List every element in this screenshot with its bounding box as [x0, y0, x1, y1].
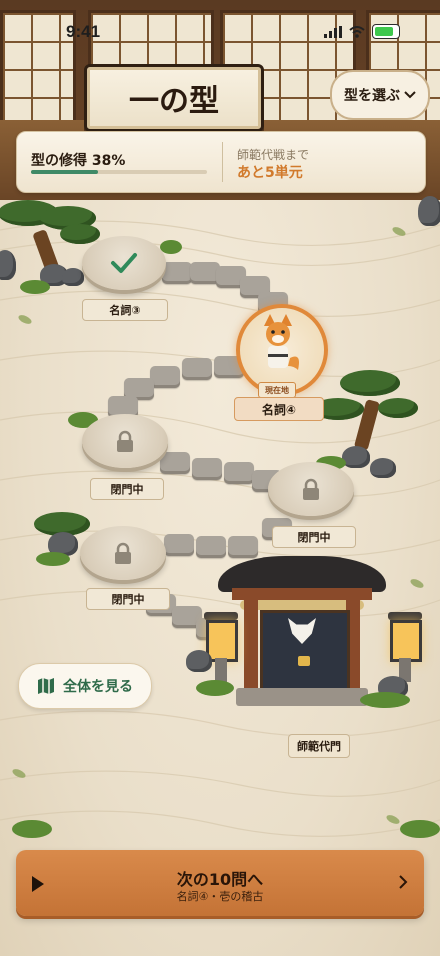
garden-shrub [12, 820, 52, 838]
view-all-label: 全体を見る [63, 679, 133, 695]
next-exam-value: あと5単元 [237, 165, 303, 181]
path-stone [182, 358, 212, 380]
view-all-button[interactable]: 全体を見る [18, 663, 152, 709]
page-title: 一の型 [129, 84, 219, 119]
garden-rock [418, 196, 440, 226]
garden-rock [186, 650, 212, 672]
next-exam-label: 師範代戦まで [237, 148, 310, 162]
map-icon [38, 678, 54, 694]
chevron-right-icon [399, 875, 408, 889]
lock-icon [303, 478, 319, 500]
next-questions-sublabel: 名詞④・壱の稽古 [176, 890, 264, 903]
boss-gate-label: 師範代門 [288, 734, 350, 758]
path-stone [224, 462, 254, 484]
path-stone [150, 366, 180, 388]
garden-shrub [360, 692, 410, 708]
gate-beam [232, 588, 372, 600]
next-questions-label: 次の10問へ [176, 870, 264, 889]
lesson-node-locked[interactable] [80, 526, 166, 580]
gate-base [236, 688, 368, 706]
signal-icon [324, 25, 342, 38]
chevron-down-icon [404, 91, 416, 99]
status-time: 9:41 [66, 22, 101, 41]
checkmark-icon [111, 253, 137, 273]
card-divider [222, 142, 223, 182]
garden-rock [62, 268, 84, 286]
path-stone [192, 458, 222, 480]
wifi-icon [349, 25, 365, 38]
boss-gate[interactable] [218, 556, 386, 706]
path-stone [160, 452, 190, 474]
garden-rock [342, 446, 370, 468]
lesson-node-locked[interactable] [82, 414, 168, 468]
map-screen: 9:41 一の型 型を選ぶ 型の修得 38% 師範代戦まで あと5単元 名詞③ … [0, 0, 440, 956]
garden-shrub [400, 820, 440, 838]
fallen-leaf [391, 225, 407, 238]
garden-rock [0, 250, 16, 280]
kata-select-label: 型を選ぶ [344, 88, 400, 104]
gate-pillar [244, 600, 258, 696]
lesson-node-label: 閉門中 [272, 526, 356, 548]
lesson-node-label: 名詞④ [234, 397, 324, 421]
path-stone [196, 536, 226, 558]
battery-icon [372, 24, 400, 39]
fox-mascot-icon [264, 314, 299, 370]
gate-door [260, 610, 350, 700]
lesson-node-label: 名詞③ [82, 299, 168, 321]
stone-lantern-cap [204, 612, 238, 620]
mastery-progress-fill [31, 170, 98, 174]
lesson-node-locked[interactable] [268, 462, 354, 516]
garden-shrub [36, 552, 70, 566]
lesson-node-label: 閉門中 [90, 478, 164, 500]
fallen-leaf [11, 767, 27, 780]
pine-tree-foliage [378, 398, 418, 418]
current-location-tag: 現在地 [258, 382, 296, 398]
progress-card: 型の修得 38% 師範代戦まで あと5単元 [16, 131, 426, 193]
pine-tree-foliage [340, 370, 400, 396]
fallen-leaf [17, 313, 33, 326]
lock-icon [115, 542, 131, 564]
garden-shrub [160, 240, 182, 254]
gate-roof [218, 556, 386, 592]
mastery-progress-bar [31, 170, 207, 174]
path-stone [164, 534, 194, 556]
garden-shrub [196, 680, 234, 696]
lesson-node-completed[interactable] [82, 236, 166, 290]
gate-lock-icon [298, 656, 310, 666]
lesson-node-label: 閉門中 [86, 588, 170, 610]
stone-lantern-cap [388, 612, 422, 620]
path-stone [228, 536, 258, 558]
garden-shrub [20, 280, 50, 294]
page-title-plaque: 一の型 [84, 64, 264, 132]
garden-rock [370, 458, 396, 478]
mastery-label: 型の修得 38% [31, 153, 126, 169]
status-icons [324, 24, 400, 39]
kata-select-button[interactable]: 型を選ぶ [330, 70, 430, 120]
pine-tree-foliage [60, 224, 100, 244]
fallen-leaf [385, 813, 401, 826]
lock-icon [117, 430, 133, 452]
stone-lantern-icon [390, 620, 422, 662]
next-questions-button[interactable]: 次の10問へ 名詞④・壱の稽古 [16, 850, 424, 916]
stone-lantern-post [215, 658, 227, 682]
fallen-leaf [409, 577, 425, 590]
status-bar: 9:41 [0, 0, 440, 54]
path-stone [162, 262, 192, 284]
